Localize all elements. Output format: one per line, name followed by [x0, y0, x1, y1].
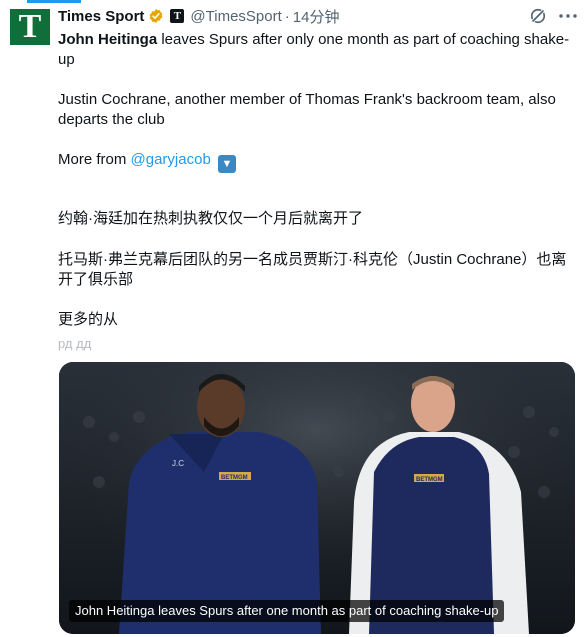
jacket-initials: J.C: [172, 459, 184, 468]
tweet-headline-name: John Heitinga: [58, 31, 158, 48]
more-options-icon[interactable]: [557, 6, 579, 26]
sponsor-right: BETMGM: [416, 477, 443, 483]
translation-line-3: 更多的从: [58, 311, 119, 328]
account-name[interactable]: Times Sport: [58, 8, 144, 25]
down-arrow-emoji-icon: ▼: [217, 155, 236, 173]
tweet-media-image[interactable]: J.C BETMGM BETMGM: [59, 362, 575, 634]
separator: ·: [284, 7, 290, 25]
translation-line-4: рд дд: [58, 336, 92, 351]
media-caption: John Heitinga leaves Spurs after one mon…: [69, 600, 505, 622]
avatar-letter: T: [18, 8, 42, 45]
tweet-line-1: John Heitinga leaves Spurs after only on…: [58, 30, 578, 70]
timestamp[interactable]: 14分钟: [293, 6, 340, 27]
more-from-label: More from: [58, 151, 131, 168]
tweet-header: Times Sport T @TimesSport · 14分钟: [58, 6, 339, 26]
top-accent: [0, 0, 585, 3]
avatar[interactable]: T: [10, 9, 50, 45]
affiliate-badge[interactable]: T: [170, 9, 185, 23]
top-accent-line: [27, 0, 81, 3]
mention-link[interactable]: @garyjacob: [131, 151, 211, 168]
verified-badge-icon[interactable]: [148, 8, 164, 24]
translation-line-1: 约翰·海廷加在热刺执教仅仅一个月后就离开了: [58, 210, 363, 227]
account-handle[interactable]: @TimesSport: [190, 8, 281, 25]
tweet-line-3: More from @garyjacob ▼: [58, 150, 578, 173]
grok-icon[interactable]: [528, 6, 548, 26]
tweet-line-2: Justin Cochrane, another member of Thoma…: [58, 91, 556, 128]
translation-line-2: 托马斯·弗兰克幕后团队的另一名成员贾斯汀·科克伦（Justin Cochrane…: [58, 251, 567, 288]
sponsor-left: BETMGM: [221, 475, 248, 481]
